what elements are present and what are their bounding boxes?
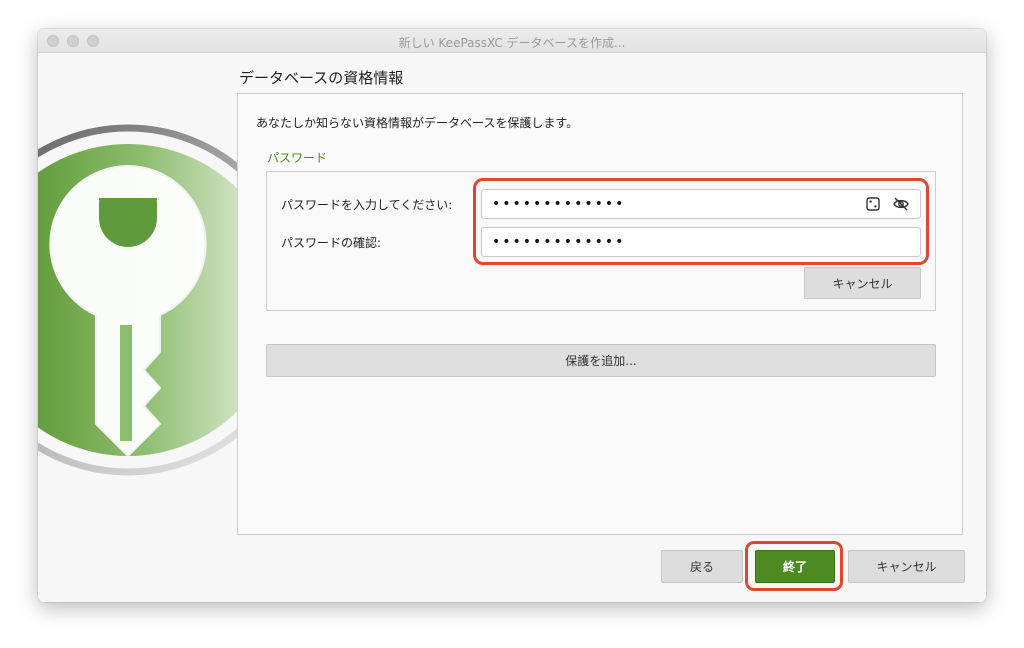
enter-password-label: パスワードを入力してください: [281, 198, 453, 212]
finish-highlight-annotation [745, 541, 843, 591]
create-database-dialog: 新しい KeePassXC データベースを作成... データベースの資格情報 あ… [38, 29, 986, 602]
back-button[interactable]: 戻る [661, 550, 743, 583]
confirm-password-label: パスワードの確認: [281, 236, 382, 250]
password-fields-highlight-annotation [473, 178, 929, 265]
intro-text: あなたしか知らない資格情報がデータベースを保護します。 [256, 116, 579, 130]
title-bar: 新しい KeePassXC データベースを作成... [38, 29, 986, 53]
add-protection-button[interactable]: 保護を追加... [266, 344, 936, 377]
password-cancel-button[interactable]: キャンセル [804, 267, 921, 299]
credentials-panel: あなたしか知らない資格情報がデータベースを保護します。 パスワード パスワードを… [237, 93, 963, 535]
page-title: データベースの資格情報 [239, 69, 404, 87]
dialog-content: データベースの資格情報 あなたしか知らない資格情報がデータベースを保護します。 … [38, 53, 986, 602]
cancel-button[interactable]: キャンセル [848, 550, 965, 583]
window-title: 新しい KeePassXC データベースを作成... [398, 36, 626, 50]
password-section-label: パスワード [267, 151, 328, 165]
